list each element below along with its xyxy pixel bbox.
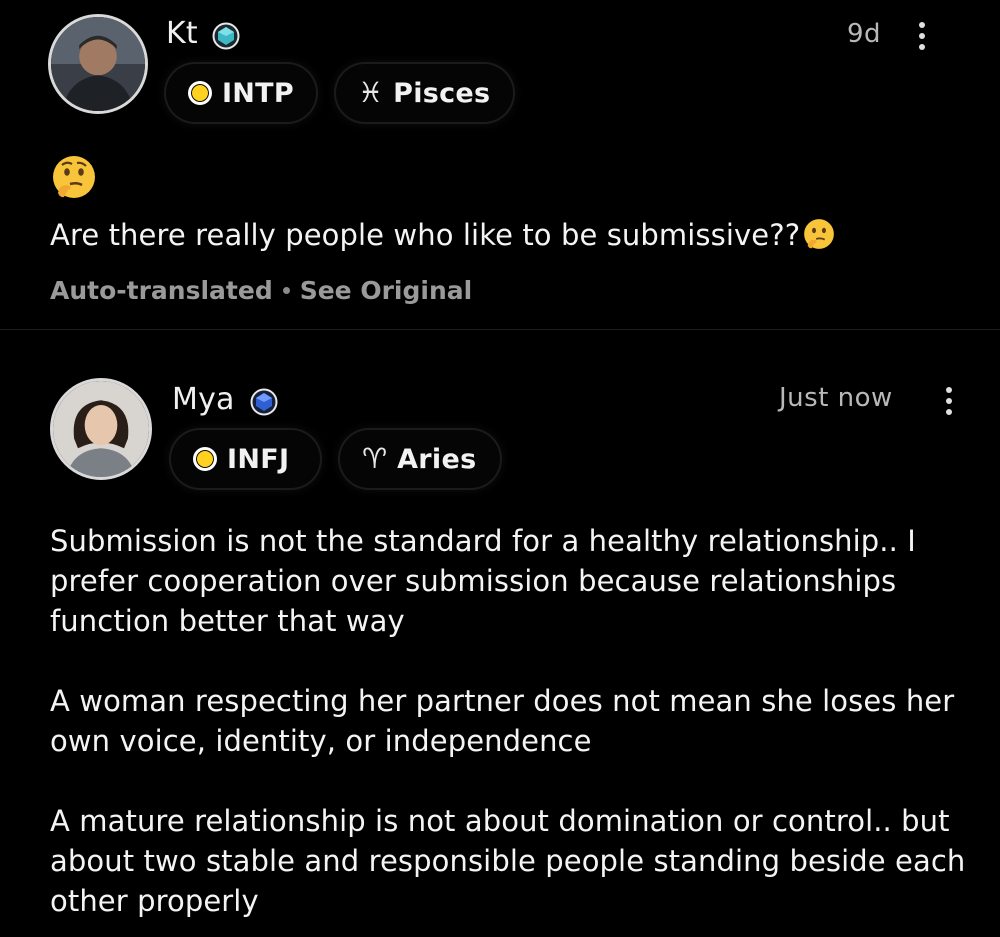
more-options-icon[interactable] [915, 22, 929, 56]
mbti-badge[interactable]: INFJ [171, 430, 320, 488]
username[interactable]: Kt [166, 16, 198, 51]
post-paragraph: A mature relationship is not about domin… [50, 804, 966, 918]
zodiac-label: Pisces [393, 77, 491, 109]
timestamp: Just now [779, 383, 893, 413]
post-text: Submission is not the standard for a hea… [50, 521, 980, 921]
post-paragraph: Submission is not the standard for a hea… [50, 524, 916, 638]
zodiac-label: Aries [397, 443, 477, 475]
avatar[interactable] [50, 378, 152, 480]
thinking-face-emoji-icon [804, 219, 835, 249]
dot-separator [282, 287, 290, 294]
auto-translated-label: Auto-translated [50, 276, 273, 305]
timestamp: 9d [847, 19, 882, 49]
comment-post: Kt 9d INTP ♓ Pisces Are there really peo… [0, 0, 1000, 330]
avatar[interactable] [48, 14, 148, 114]
thinking-face-emoji-icon [53, 156, 95, 198]
post-divider [0, 329, 1000, 330]
more-options-icon[interactable] [942, 387, 956, 421]
post-text-line: Are there really people who like to be s… [50, 218, 801, 252]
comment-post: Mya Just now INFJ ♈ Aries Submission is … [0, 331, 1000, 937]
mbti-label: INFJ [227, 443, 290, 475]
post-paragraph: A woman respecting her partner does not … [50, 684, 955, 758]
post-text: Are there really people who like to be s… [50, 215, 950, 255]
mbti-dot-icon [193, 447, 217, 471]
mbti-badge[interactable]: INTP [166, 64, 316, 122]
pisces-icon: ♓ [358, 76, 384, 109]
mbti-dot-icon [188, 81, 212, 105]
verified-gem-icon [250, 388, 278, 416]
user-photo-icon [53, 381, 149, 477]
translation-meta: Auto-translated See Original [50, 276, 472, 305]
verified-gem-icon [212, 22, 240, 50]
aries-icon: ♈ [362, 442, 388, 475]
user-photo-icon [51, 17, 145, 111]
username[interactable]: Mya [172, 382, 235, 417]
mbti-label: INTP [221, 77, 294, 109]
see-original-link[interactable]: See Original [300, 276, 472, 305]
zodiac-badge[interactable]: ♈ Aries [340, 430, 500, 488]
zodiac-badge[interactable]: ♓ Pisces [336, 64, 513, 122]
